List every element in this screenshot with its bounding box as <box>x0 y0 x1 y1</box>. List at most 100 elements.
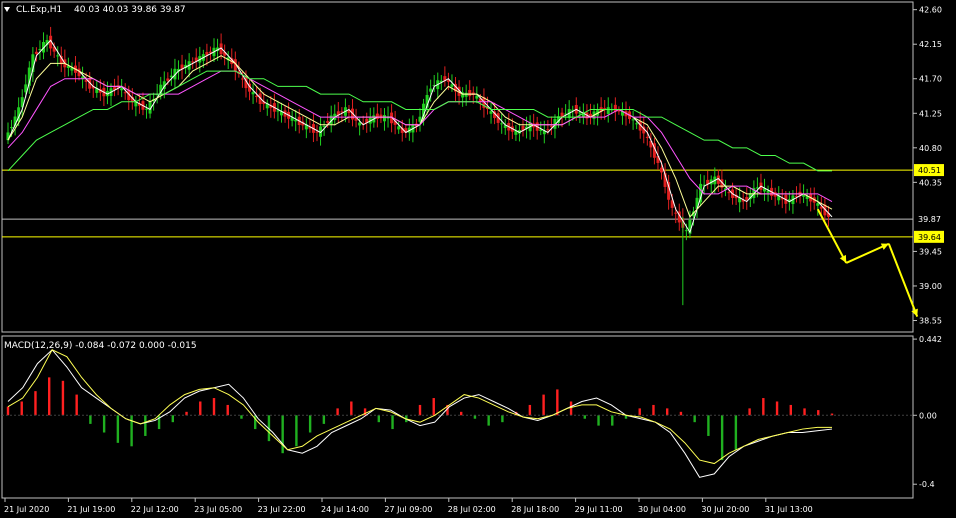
candle-body <box>382 115 386 122</box>
macd-histogram-bar <box>391 415 394 430</box>
macd-histogram-bar <box>789 404 792 416</box>
price-tick-label: 39.00 <box>919 282 942 291</box>
time-tick-label: 27 Jul 09:00 <box>384 505 432 514</box>
macd-histogram-bar <box>720 415 724 461</box>
candle-body <box>276 110 280 112</box>
macd-histogram-bar <box>762 398 765 416</box>
macd-histogram-bar <box>666 408 669 416</box>
candle-body <box>549 125 553 127</box>
candle-body <box>578 112 582 114</box>
candle-body <box>315 131 319 133</box>
macd-histogram-bar <box>652 404 655 416</box>
candle-body <box>631 119 635 121</box>
macd-histogram-bar <box>501 415 504 423</box>
macd-histogram-bar <box>75 394 78 416</box>
macd-histogram-bar <box>61 380 65 416</box>
candle-body <box>500 123 504 125</box>
candle-body <box>251 92 255 95</box>
time-tick-label: 22 Jul 12:00 <box>131 505 179 514</box>
time-tick-label: 21 Jul 19:00 <box>67 505 115 514</box>
macd-histogram-bar <box>226 404 229 416</box>
macd-histogram-bar <box>473 415 477 419</box>
macd-axis: 0.442 0.00 -0.4 <box>913 335 942 489</box>
level-price-label: 40.51 <box>918 166 941 175</box>
forecast-arrows <box>816 208 919 318</box>
macd-histogram-bar <box>460 411 463 416</box>
candle-body <box>326 121 330 123</box>
macd-histogram-bar <box>528 404 532 416</box>
candle-body <box>684 230 688 232</box>
macd-histogram-bar <box>432 398 435 416</box>
macd-title: MACD(12,26,9) -0.084 -0.072 0.000 -0.015 <box>4 341 197 351</box>
macd-histogram-bar <box>171 415 174 423</box>
candle-body <box>379 114 383 119</box>
candle-body <box>546 129 550 131</box>
price-chart-canvas[interactable]: 40.51 39.87 39.64 42.60 42.15 41.70 41.25 40.8… <box>0 0 956 518</box>
candle-body <box>322 125 326 127</box>
candle-body <box>240 78 244 80</box>
candle-body <box>674 212 678 214</box>
macd-histogram-bar <box>295 415 298 447</box>
macd-histogram-bar <box>34 391 37 416</box>
candle-body <box>255 95 259 98</box>
candle-body <box>166 78 170 81</box>
macd-histogram-bar <box>734 415 738 450</box>
price-pane-border <box>1 1 914 333</box>
macd-histogram-bar <box>336 408 339 416</box>
candle-body <box>10 127 14 129</box>
macd-histogram-bar <box>556 389 559 416</box>
time-tick-label: 30 Jul 20:00 <box>701 505 749 514</box>
macd-histogram-bar <box>130 415 133 447</box>
moving-average-lines <box>7 39 833 234</box>
macd-histogram-bar <box>775 401 779 416</box>
candle-body <box>464 92 468 97</box>
macd-histogram-bar <box>377 415 380 423</box>
series-line-ma-fast <box>7 55 833 218</box>
candle-body <box>358 122 362 126</box>
candle-body <box>745 196 749 200</box>
macd-histogram-bar <box>322 415 326 424</box>
macd-histogram-bar <box>817 410 820 416</box>
macd-histogram-bar <box>542 394 545 416</box>
candle-body <box>450 84 454 87</box>
time-tick-label: 23 Jul 22:00 <box>258 505 306 514</box>
macd-histogram-bar <box>281 415 284 454</box>
macd-histogram-bar <box>638 408 641 416</box>
candle-body <box>635 123 639 125</box>
time-tick-label: 31 Jul 13:00 <box>765 505 813 514</box>
macd-histogram-bar <box>707 415 710 436</box>
macd-histogram-bar <box>102 415 106 433</box>
macd-histogram-bar <box>350 401 353 416</box>
macd-histogram-bar <box>308 415 312 433</box>
price-levels: 40.51 39.87 39.64 <box>2 164 944 243</box>
macd-histogram-bar <box>611 415 614 426</box>
forecast-arrow-line <box>816 208 848 264</box>
candle-body <box>727 192 731 194</box>
candle-body <box>120 88 124 91</box>
time-tick-label: 28 Jul 02:00 <box>448 505 496 514</box>
macd-tick-label: 0.442 <box>919 335 942 344</box>
candle-body <box>123 92 127 94</box>
dropdown-arrow-icon[interactable] <box>4 7 10 12</box>
macd-histogram-bar <box>569 401 573 416</box>
macd-histogram-bar <box>748 408 751 416</box>
price-tick-label: 40.35 <box>919 178 942 187</box>
macd-histogram-bar <box>212 398 216 416</box>
price-tick-label: 42.60 <box>919 6 942 15</box>
macd-histogram-bar <box>199 401 202 416</box>
time-tick-label: 21 Jul 2020 <box>4 505 49 514</box>
macd-histogram-bar <box>418 404 422 416</box>
candle-body <box>468 90 472 97</box>
candle-body <box>38 48 42 51</box>
macd-histogram-bar <box>20 401 23 416</box>
candlestick-series <box>6 26 830 306</box>
price-tick-label: 41.70 <box>919 75 942 84</box>
candle-body <box>617 110 621 112</box>
macd-tick-label: -0.4 <box>919 480 935 489</box>
macd-histogram-bar <box>89 415 92 424</box>
macd-tick-label: 0.00 <box>919 411 937 420</box>
price-tick-label: 40.80 <box>919 144 942 153</box>
macd-histogram-bar <box>6 406 10 416</box>
macd-histogram-bar <box>803 408 806 416</box>
macd-histogram-bar <box>144 415 147 436</box>
